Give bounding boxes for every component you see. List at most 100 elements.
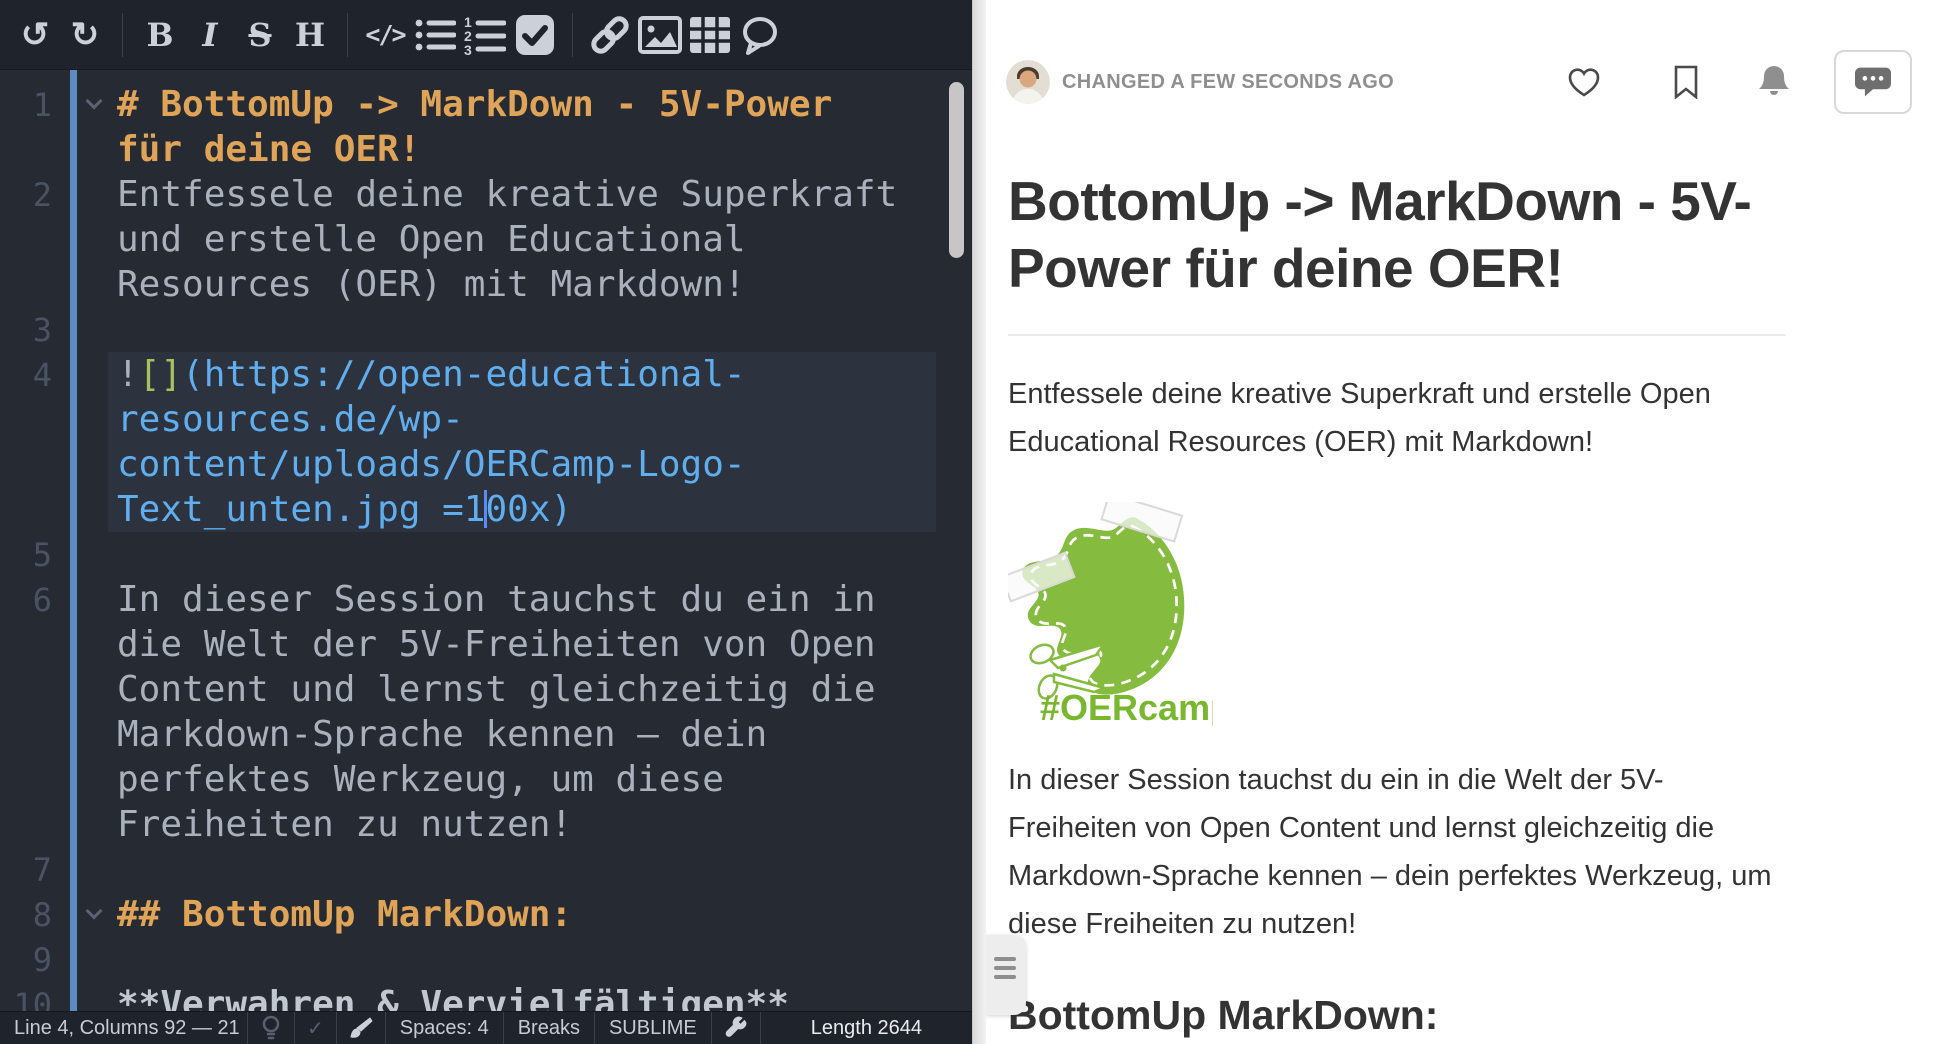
code-row[interactable]: die Welt der 5V-Freiheiten von Open: [0, 622, 972, 667]
comment-button[interactable]: [735, 8, 785, 62]
editor-line: 2Entfessele deine kreative Superkraftund…: [0, 172, 972, 307]
bookmark-button[interactable]: [1672, 65, 1700, 99]
code-row[interactable]: Text_unten.jpg =100x): [0, 487, 936, 532]
code-text: und erstelle Open Educational: [117, 219, 746, 260]
toc-toggle-handle[interactable]: [986, 935, 1026, 1015]
code-row[interactable]: Markdown-Sprache kennen – dein: [0, 712, 972, 757]
code-text: # BottomUp -> MarkDown - 5V-Power: [117, 84, 832, 125]
fold-chevron-icon[interactable]: [86, 903, 103, 920]
link-icon: [588, 13, 632, 57]
code-row[interactable]: 10**Verwahren & Vervielfältigen**: [0, 982, 972, 1011]
line-number: 3: [0, 308, 52, 353]
code-area[interactable]: 1 # BottomUp -> MarkDown - 5V-Powerfür de…: [0, 70, 972, 1011]
pane-resize-divider[interactable]: [972, 0, 986, 1044]
code-row[interactable]: Resources (OER) mit Markdown!: [0, 262, 972, 307]
line-number: 9: [0, 938, 52, 983]
doc-title: BottomUp -> MarkDown - 5V-Power für dein…: [1008, 168, 1786, 302]
editor-toolbar: ↺ ↻ B I S H </> 1 2 3: [0, 0, 972, 70]
italic-icon: I: [203, 16, 218, 54]
code-row[interactable]: content/uploads/OERCamp-Logo-: [0, 442, 936, 487]
code-row[interactable]: 3: [0, 307, 972, 352]
bold-icon: B: [146, 16, 173, 54]
heading-icon: H: [295, 16, 325, 54]
fold-chevron-icon[interactable]: [86, 93, 103, 110]
editor-scrollbar-thumb[interactable]: [949, 82, 964, 258]
hint-status-button[interactable]: [248, 1012, 295, 1044]
unordered-list-button[interactable]: [410, 8, 460, 62]
theme-brush-button[interactable]: [337, 1012, 386, 1044]
bold-button[interactable]: B: [135, 8, 185, 62]
code-text: Freiheiten zu nutzen!: [117, 804, 572, 845]
code-row[interactable]: 6In dieser Session tauchst du ein in: [0, 577, 972, 622]
strikethrough-icon: S: [248, 16, 271, 54]
redo-button[interactable]: ↻: [60, 8, 110, 62]
svg-text:3: 3: [464, 42, 472, 56]
doc-heading-2: BottomUp MarkDown:: [1008, 992, 1786, 1039]
comment-icon: [739, 14, 781, 56]
code-button[interactable]: </>: [360, 8, 410, 62]
link-button[interactable]: [585, 8, 635, 62]
editor-line: 4![](https://open-educational-resources.…: [0, 352, 972, 532]
code-text: []: [139, 354, 182, 395]
breaks-status-button[interactable]: Breaks: [504, 1012, 595, 1044]
comments-panel-button[interactable]: [1834, 50, 1912, 114]
code-text: für deine OER!: [117, 129, 420, 170]
code-text: die Welt der 5V-Freiheiten von Open: [117, 624, 876, 665]
code-text: Content und lernst gleichzeitig die: [117, 669, 876, 710]
line-number: 1: [0, 83, 52, 128]
spellcheck-status-button[interactable]: ✓: [295, 1012, 337, 1044]
code-editor[interactable]: 1 # BottomUp -> MarkDown - 5V-Powerfür de…: [0, 70, 972, 1011]
code-row[interactable]: Freiheiten zu nutzen!: [0, 802, 972, 847]
code-text: !: [117, 354, 139, 395]
code-text: perfektes Werkzeug, um diese: [117, 759, 724, 800]
code-row[interactable]: 9: [0, 937, 972, 982]
preview-header: CHANGED A FEW SECONDS AGO: [986, 0, 1938, 114]
editor-line: 5: [0, 532, 972, 577]
undo-button[interactable]: ↺: [10, 8, 60, 62]
editor-line: 8## BottomUp MarkDown:: [0, 892, 972, 937]
toolbar-separator: [122, 13, 123, 57]
ordered-list-button[interactable]: 1 2 3: [460, 8, 510, 62]
code-row[interactable]: 7: [0, 847, 972, 892]
last-changed-label: CHANGED A FEW SECONDS AGO: [1062, 71, 1394, 94]
code-text: content/uploads/OERCamp-Logo-: [117, 444, 746, 485]
comment-bubble-icon: [1853, 64, 1893, 100]
image-button[interactable]: [635, 8, 685, 62]
italic-button[interactable]: I: [185, 8, 235, 62]
spaces-status-button[interactable]: Spaces: 4: [386, 1012, 504, 1044]
strikethrough-button[interactable]: S: [235, 8, 285, 62]
toolbar-separator: [572, 13, 573, 57]
doc-paragraph-2: In dieser Session tauchst du ein in die …: [1008, 756, 1773, 948]
code-row[interactable]: 5: [0, 532, 972, 577]
code-icon: </>: [365, 20, 404, 49]
code-row[interactable]: perfektes Werkzeug, um diese: [0, 757, 972, 802]
code-row[interactable]: für deine OER!: [0, 127, 972, 172]
code-row[interactable]: 4![](https://open-educational-: [0, 352, 936, 397]
editor-line: 6In dieser Session tauchst du ein indie …: [0, 577, 972, 847]
notifications-button[interactable]: [1758, 64, 1790, 100]
keymap-status-button[interactable]: SUBLIME: [595, 1012, 712, 1044]
table-button[interactable]: [685, 8, 735, 62]
cursor-position-status: Line 4, Columns 92 — 21: [0, 1012, 248, 1044]
redo-icon: ↻: [71, 18, 100, 52]
line-number: 6: [0, 578, 52, 623]
code-row[interactable]: Content und lernst gleichzeitig die: [0, 667, 972, 712]
bell-icon: [1758, 64, 1790, 100]
code-row[interactable]: und erstelle Open Educational: [0, 217, 972, 262]
like-button[interactable]: [1566, 65, 1602, 99]
hamburger-icon: [994, 957, 1016, 961]
editor-line: 10**Verwahren & Vervielfältigen**: [0, 982, 972, 1011]
code-row[interactable]: 8## BottomUp MarkDown:: [0, 892, 972, 937]
unordered-list-icon: [414, 15, 456, 55]
settings-wrench-button[interactable]: [712, 1012, 761, 1044]
code-row[interactable]: 1 # BottomUp -> MarkDown - 5V-Power: [0, 82, 972, 127]
rendered-document: BottomUp -> MarkDown - 5V-Power für dein…: [986, 168, 1786, 1044]
editor-line: 9: [0, 937, 972, 982]
heading-button[interactable]: H: [285, 8, 335, 62]
table-icon: [688, 15, 732, 55]
checklist-button[interactable]: [510, 8, 560, 62]
code-row[interactable]: 2Entfessele deine kreative Superkraft: [0, 172, 972, 217]
code-row[interactable]: resources.de/wp-: [0, 397, 936, 442]
author-avatar[interactable]: [1006, 60, 1050, 104]
bookmark-icon: [1672, 65, 1700, 99]
